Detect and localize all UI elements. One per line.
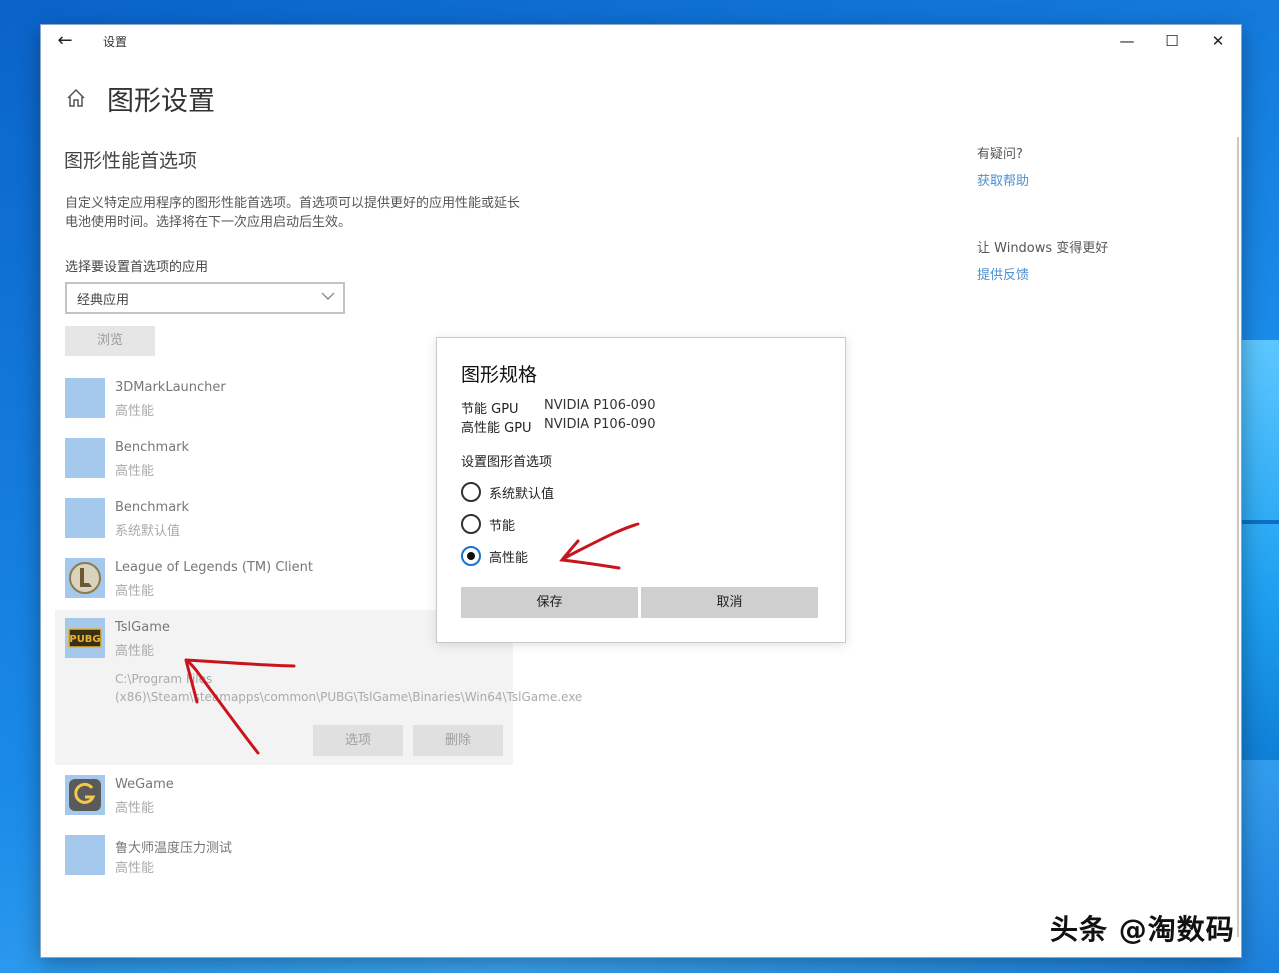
radio-circle[interactable] <box>461 482 481 502</box>
app-mode: 高性能 <box>115 644 155 659</box>
app-name: WeGame <box>115 777 174 792</box>
scrollbar[interactable] <box>1237 137 1239 937</box>
app-mode: 高性能 <box>115 861 155 876</box>
select-app-label: 选择要设置首选项的应用 <box>65 260 209 275</box>
app-mode: 高性能 <box>115 404 155 419</box>
blank-app-icon <box>65 378 105 418</box>
browse-button[interactable]: 浏览 <box>65 326 155 356</box>
pref-label: 设置图形首选项 <box>461 455 553 470</box>
pubg-logo-icon: PUBG <box>65 618 105 658</box>
app-mode: 系统默认值 <box>115 524 181 539</box>
dialog-title: 图形规格 <box>461 364 538 386</box>
radio-label: 系统默认值 <box>489 487 555 502</box>
radio-label: 高性能 <box>489 551 529 566</box>
app-name: 3DMarkLauncher <box>115 380 226 395</box>
league-logo-icon <box>65 558 105 598</box>
app-path: C:\Program Files (x86)\Steam\steamapps\c… <box>115 672 583 704</box>
app-type-dropdown[interactable]: 经典应用 <box>65 282 345 314</box>
window-title: 设置 <box>103 35 128 49</box>
app-mode: 高性能 <box>115 464 155 479</box>
section-description: 自定义特定应用程序的图形性能首选项。首选项可以提供更好的应用性能或延长电池使用时… <box>65 196 521 230</box>
radio-circle[interactable] <box>461 514 481 534</box>
radio-label: 节能 <box>489 519 516 534</box>
app-name: Benchmark <box>115 440 190 455</box>
app-name: Benchmark <box>115 500 190 515</box>
desktop-wallpaper-line <box>1239 520 1279 524</box>
high-perf-gpu-label: 高性能 GPU <box>461 421 532 436</box>
graphics-spec-dialog: 图形规格 节能 GPU NVIDIA P106-090 高性能 GPU NVID… <box>436 337 846 643</box>
desktop-wallpaper-shape <box>1239 340 1279 760</box>
feedback-link[interactable]: 提供反馈 <box>977 264 1029 283</box>
close-button[interactable]: ✕ <box>1195 25 1241 57</box>
app-name: TslGame <box>115 620 170 635</box>
page-title: 图形设置 <box>107 86 215 117</box>
high-perf-gpu-value: NVIDIA P106-090 <box>544 417 656 432</box>
home-icon[interactable] <box>65 87 87 109</box>
blank-app-icon <box>65 438 105 478</box>
svg-text:PUBG: PUBG <box>69 634 100 645</box>
title-bar: ← 设置 — ☐ ✕ <box>41 25 1241 57</box>
power-saving-gpu-value: NVIDIA P106-090 <box>544 398 656 413</box>
sidebar-improve: 让 Windows 变得更好 <box>977 241 1109 256</box>
app-mode: 高性能 <box>115 801 155 816</box>
app-name: 鲁大师温度压力测试 <box>115 841 233 856</box>
minimize-button[interactable]: — <box>1104 25 1150 57</box>
back-arrow-icon[interactable]: ← <box>51 29 79 53</box>
settings-window: ← 设置 — ☐ ✕ 图形设置 图形性能首选项 自定义特定应用程序的图形性能首选… <box>41 25 1241 957</box>
blank-app-icon <box>65 498 105 538</box>
app-list-item[interactable]: WeGame 高性能 <box>55 775 513 827</box>
blank-app-icon <box>65 835 105 875</box>
app-name: League of Legends (TM) Client <box>115 560 313 575</box>
app-mode: 高性能 <box>115 584 155 599</box>
cancel-button[interactable]: 取消 <box>641 587 818 618</box>
chevron-down-icon <box>321 292 335 300</box>
app-list-item[interactable]: 鲁大师温度压力测试 高性能 <box>55 835 513 887</box>
get-help-link[interactable]: 获取帮助 <box>977 170 1029 189</box>
radio-circle-checked[interactable] <box>461 546 481 566</box>
options-button[interactable]: 选项 <box>313 725 403 756</box>
sidebar-question: 有疑问? <box>977 147 1023 162</box>
wegame-logo-icon <box>65 775 105 815</box>
section-title: 图形性能首选项 <box>64 150 198 172</box>
power-saving-gpu-label: 节能 GPU <box>461 402 519 417</box>
radio-dot <box>467 552 475 560</box>
maximize-button[interactable]: ☐ <box>1149 25 1195 57</box>
watermark: 头条 @淘数码 <box>1050 913 1235 946</box>
dropdown-value: 经典应用 <box>77 293 130 308</box>
delete-button[interactable]: 删除 <box>413 725 503 756</box>
save-button[interactable]: 保存 <box>461 587 638 618</box>
